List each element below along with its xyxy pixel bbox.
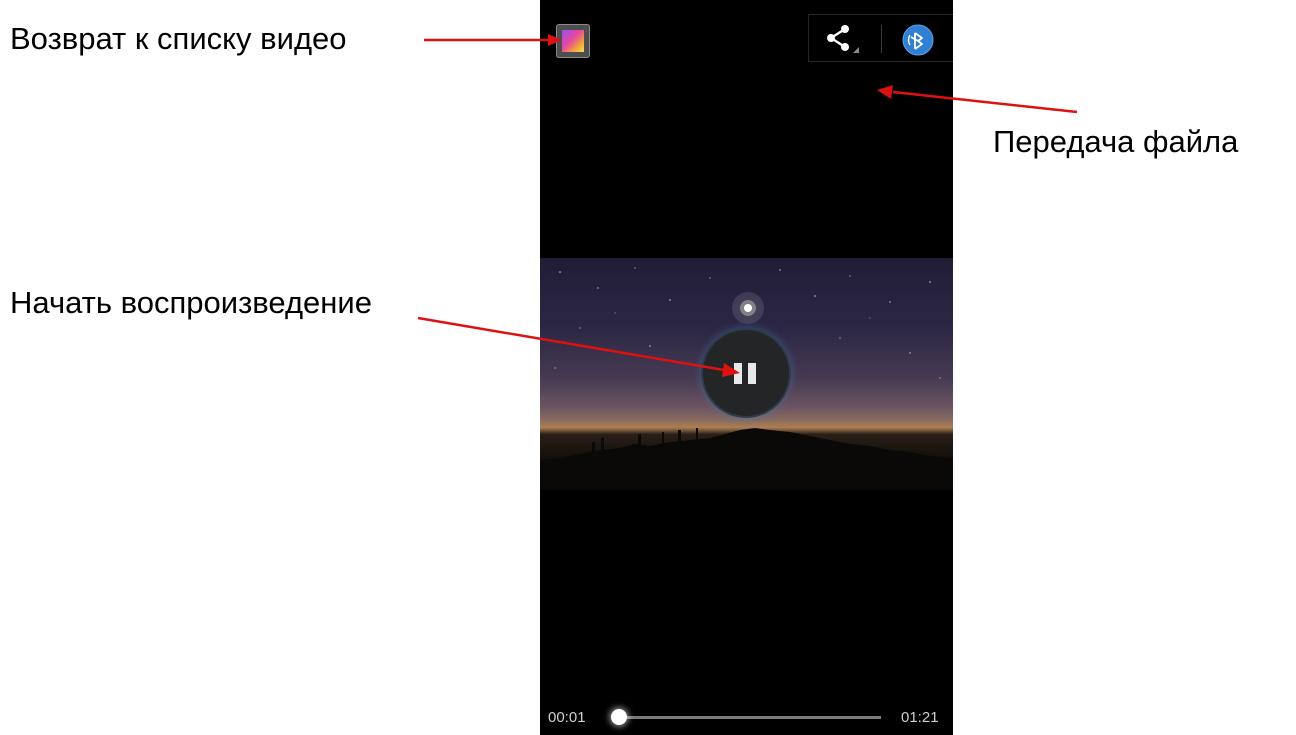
arrow-back-to-list [424,34,562,46]
annotation-arrows [417,34,1078,377]
arrow-start-playback [417,316,740,377]
arrow-file-transfer [877,85,1078,114]
